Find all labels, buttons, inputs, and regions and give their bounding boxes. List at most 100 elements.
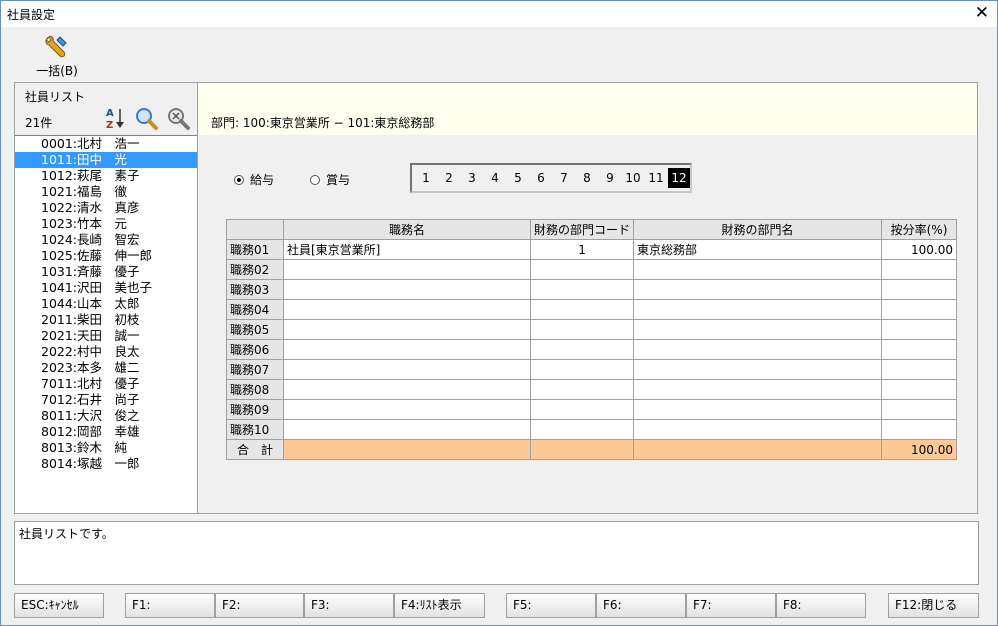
employee-list-item[interactable]: 1012:萩尾 素子 bbox=[15, 168, 197, 184]
employee-list-item[interactable]: 1031:斉藤 優子 bbox=[15, 264, 197, 280]
table-row: 職務07 bbox=[226, 359, 958, 380]
dept-name-cell[interactable] bbox=[633, 339, 883, 360]
f4-list-button[interactable]: F4:ﾘｽﾄ表示 bbox=[394, 593, 485, 618]
salary-radio[interactable]: 給与 bbox=[234, 171, 274, 188]
month-tab-10[interactable]: 10 bbox=[622, 168, 644, 188]
employee-list-item[interactable]: 8013:鈴木 純 bbox=[15, 440, 197, 456]
f5-button[interactable]: F5: bbox=[506, 593, 596, 618]
month-tab-9[interactable]: 9 bbox=[599, 168, 621, 188]
employee-list-item[interactable]: 1044:山本 太郎 bbox=[15, 296, 197, 312]
job-name-cell[interactable] bbox=[283, 279, 531, 300]
month-tab-4[interactable]: 4 bbox=[484, 168, 506, 188]
month-tab-12[interactable]: 12 bbox=[668, 168, 690, 188]
dept-code-cell[interactable] bbox=[529, 299, 635, 320]
employee-list-item[interactable]: 2022:村中 良太 bbox=[15, 344, 197, 360]
employee-list-item[interactable]: 1025:佐藤 伸一郎 bbox=[15, 248, 197, 264]
job-name-cell[interactable] bbox=[283, 339, 531, 360]
total-label: 合 計 bbox=[226, 439, 284, 460]
f12-close-button[interactable]: F12:閉じる bbox=[888, 593, 979, 618]
close-icon[interactable]: ✕ bbox=[975, 3, 989, 23]
employee-list-item[interactable]: 7012:石井 尚子 bbox=[15, 392, 197, 408]
f1-button[interactable]: F1: bbox=[125, 593, 215, 618]
employee-list-item[interactable]: 0001:北村 浩一 bbox=[15, 136, 197, 152]
job-name-cell[interactable] bbox=[283, 259, 531, 280]
job-name-cell[interactable] bbox=[283, 299, 531, 320]
dept-code-cell[interactable] bbox=[529, 419, 635, 440]
job-name-cell[interactable]: 社員[東京営業所] bbox=[283, 239, 531, 260]
dept-name-cell[interactable] bbox=[633, 419, 883, 440]
employee-list-item[interactable]: 8012:岡部 幸雄 bbox=[15, 424, 197, 440]
dept-name-cell[interactable] bbox=[633, 279, 883, 300]
esc-cancel-button[interactable]: ESC:ｷｬﾝｾﾙ bbox=[14, 593, 104, 618]
job-name-cell[interactable] bbox=[283, 359, 531, 380]
dept-code-cell[interactable] bbox=[529, 319, 635, 340]
dept-code-cell[interactable]: 1 bbox=[529, 239, 635, 260]
employee-list-item[interactable]: 2011:柴田 初枝 bbox=[15, 312, 197, 328]
job-name-cell[interactable] bbox=[283, 379, 531, 400]
bulk-button-label: 一括(B) bbox=[36, 64, 78, 78]
dept-name-cell[interactable]: 東京総務部 bbox=[633, 239, 883, 260]
f3-button[interactable]: F3: bbox=[304, 593, 394, 618]
f6-button[interactable]: F6: bbox=[596, 593, 686, 618]
bulk-button[interactable]: 一括(B) bbox=[31, 33, 83, 79]
rate-cell[interactable] bbox=[881, 339, 958, 360]
job-name-cell[interactable] bbox=[283, 419, 531, 440]
dept-name-cell[interactable] bbox=[633, 359, 883, 380]
month-tab-1[interactable]: 1 bbox=[415, 168, 437, 188]
table-row: 職務05 bbox=[226, 319, 958, 340]
bonus-radio[interactable]: 賞与 bbox=[310, 171, 350, 188]
f2-button[interactable]: F2: bbox=[215, 593, 304, 618]
employee-list-item[interactable]: 2023:本多 雄二 bbox=[15, 360, 197, 376]
dept-name-cell[interactable] bbox=[633, 259, 883, 280]
employee-list[interactable]: 0001:北村 浩一 1011:田中 光 1012:萩尾 素子 1021:福島 徹 10… bbox=[15, 135, 197, 513]
department-bar: 部門: 100:東京営業所 − 101:東京総務部 bbox=[198, 83, 977, 135]
table-row: 職務10 bbox=[226, 419, 958, 440]
rate-cell[interactable] bbox=[881, 399, 958, 420]
month-tab-5[interactable]: 5 bbox=[507, 168, 529, 188]
search-clear-icon[interactable] bbox=[165, 105, 191, 131]
employee-list-item[interactable]: 2021:天田 誠一 bbox=[15, 328, 197, 344]
rate-cell[interactable] bbox=[881, 299, 958, 320]
month-tab-6[interactable]: 6 bbox=[530, 168, 552, 188]
sort-az-icon[interactable]: A Z bbox=[103, 105, 129, 131]
employee-list-item[interactable]: 1011:田中 光 bbox=[15, 152, 197, 168]
rate-cell[interactable] bbox=[881, 319, 958, 340]
total-row: 合 計 100.00 bbox=[226, 439, 958, 460]
dept-code-cell[interactable] bbox=[529, 339, 635, 360]
dept-name-cell[interactable] bbox=[633, 399, 883, 420]
month-tab-2[interactable]: 2 bbox=[438, 168, 460, 188]
dept-code-cell[interactable] bbox=[529, 399, 635, 420]
search-icon[interactable] bbox=[133, 105, 159, 131]
rate-cell[interactable] bbox=[881, 259, 958, 280]
dept-code-cell[interactable] bbox=[529, 279, 635, 300]
total-code-cell bbox=[529, 439, 635, 460]
dept-name-cell[interactable] bbox=[633, 299, 883, 320]
rate-cell[interactable] bbox=[881, 419, 958, 440]
month-tab-7[interactable]: 7 bbox=[553, 168, 575, 188]
svg-text:Z: Z bbox=[106, 120, 113, 131]
dept-code-cell[interactable] bbox=[529, 259, 635, 280]
employee-list-item[interactable]: 1024:長崎 智宏 bbox=[15, 232, 197, 248]
month-tab-11[interactable]: 11 bbox=[645, 168, 667, 188]
rate-cell[interactable] bbox=[881, 379, 958, 400]
dept-code-cell[interactable] bbox=[529, 379, 635, 400]
rate-cell[interactable]: 100.00 bbox=[881, 239, 958, 260]
month-tab-3[interactable]: 3 bbox=[461, 168, 483, 188]
job-name-cell[interactable] bbox=[283, 399, 531, 420]
employee-list-item[interactable]: 1041:沢田 美也子 bbox=[15, 280, 197, 296]
employee-list-item[interactable]: 1023:竹本 元 bbox=[15, 216, 197, 232]
rate-cell[interactable] bbox=[881, 359, 958, 380]
rate-cell[interactable] bbox=[881, 279, 958, 300]
employee-list-item[interactable]: 8011:大沢 俊之 bbox=[15, 408, 197, 424]
f8-button[interactable]: F8: bbox=[776, 593, 866, 618]
employee-list-item[interactable]: 7011:北村 優子 bbox=[15, 376, 197, 392]
dept-name-cell[interactable] bbox=[633, 319, 883, 340]
job-name-cell[interactable] bbox=[283, 319, 531, 340]
dept-code-cell[interactable] bbox=[529, 359, 635, 380]
month-tab-8[interactable]: 8 bbox=[576, 168, 598, 188]
employee-list-item[interactable]: 8014:塚越 一郎 bbox=[15, 456, 197, 472]
employee-list-item[interactable]: 1021:福島 徹 bbox=[15, 184, 197, 200]
f7-button[interactable]: F7: bbox=[686, 593, 776, 618]
employee-list-item[interactable]: 1022:清水 真彦 bbox=[15, 200, 197, 216]
dept-name-cell[interactable] bbox=[633, 379, 883, 400]
